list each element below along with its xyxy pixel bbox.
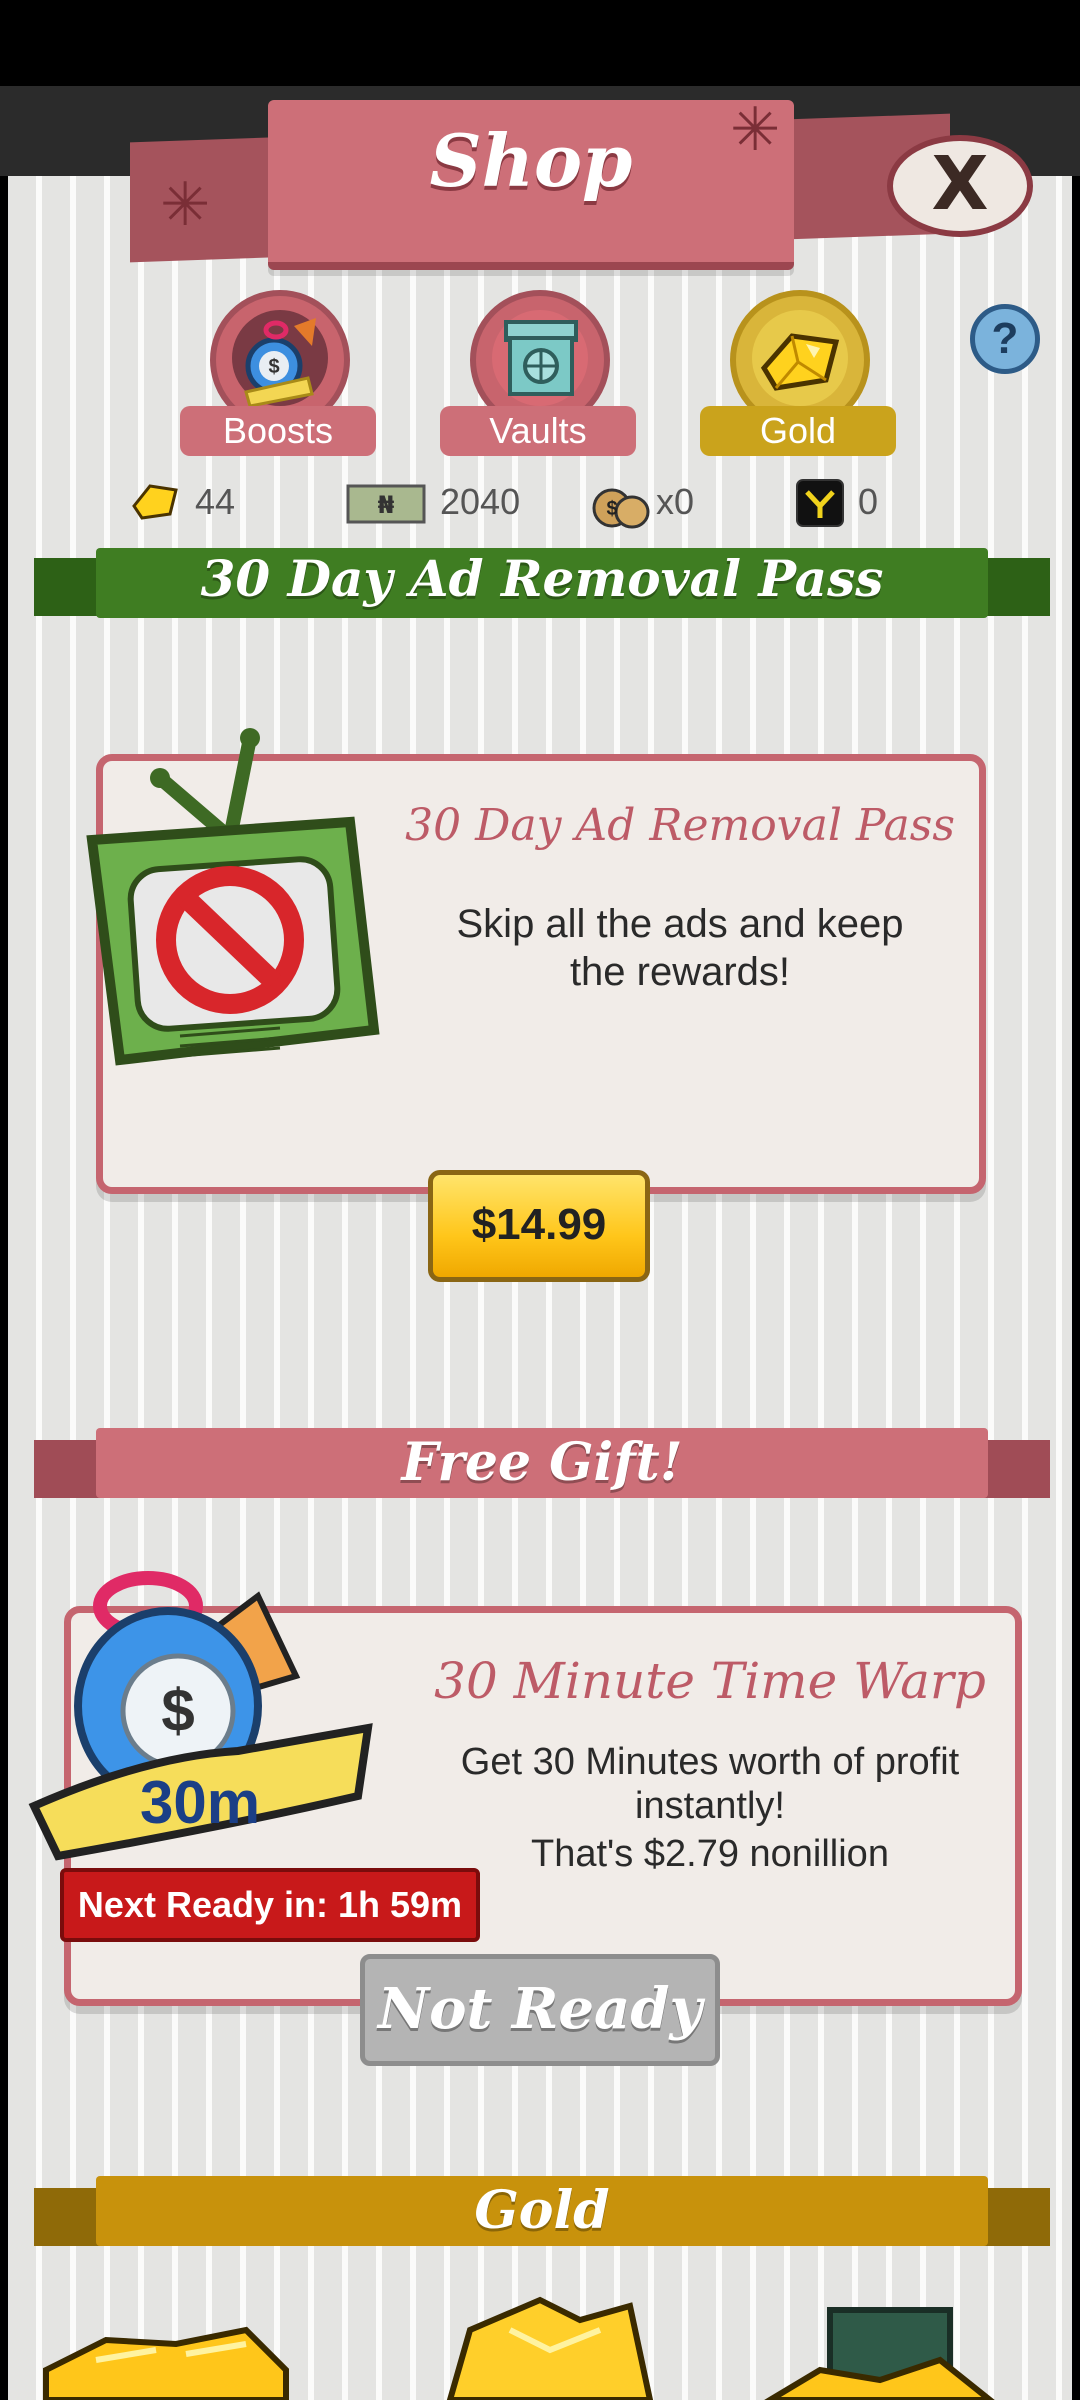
help-button[interactable]: ? xyxy=(970,304,1040,374)
gold-crate-icon[interactable] xyxy=(430,2290,670,2400)
section-title: Free Gift! xyxy=(401,1432,683,1493)
card-description: Skip all the ads and keep the rewards! xyxy=(456,902,904,994)
mega-bucks-count: 0 xyxy=(858,481,879,522)
atomic-star-icon: ✳ xyxy=(160,171,211,238)
profit-amount: That's $2.79 nonillion xyxy=(531,1833,889,1875)
card-description: Get 30 Minutes worth of profit instantly… xyxy=(460,1741,960,1827)
section-title: 30 Day Ad Removal Pass xyxy=(200,549,884,608)
gold-chest-icon[interactable] xyxy=(760,2300,1000,2400)
status-bar xyxy=(0,0,1080,86)
next-ready-timer: Next Ready in: 1h 59m xyxy=(60,1868,480,1942)
money-bags-count: x0 xyxy=(656,481,695,522)
section-title: Gold xyxy=(474,2180,610,2241)
tab-vaults[interactable]: Vaults xyxy=(440,290,640,456)
svg-text:$: $ xyxy=(606,498,617,520)
gold-count: 44 xyxy=(195,481,236,522)
gold-pile-icon[interactable] xyxy=(36,2310,296,2400)
cash-icon: ₦ xyxy=(346,484,426,524)
svg-text:$: $ xyxy=(268,356,279,378)
svg-text:$: $ xyxy=(161,1677,194,1744)
gold-icon xyxy=(132,484,178,520)
mega-bucks-icon xyxy=(796,479,844,527)
card-title: 30 Minute Time Warp xyxy=(434,1652,986,1710)
money-bags-icon: $ xyxy=(592,488,650,529)
buy-ad-pass-button[interactable]: $14.99 xyxy=(428,1170,650,1282)
cash-count: 2040 xyxy=(440,481,521,522)
not-ready-button[interactable]: Not Ready xyxy=(360,1954,720,2066)
svg-text:₦: ₦ xyxy=(378,491,395,519)
vault-icon xyxy=(492,310,588,406)
time-badge: 30m xyxy=(140,1769,261,1836)
no-ads-tv-icon xyxy=(86,728,380,1066)
page-title: Shop xyxy=(429,118,633,203)
card-title: 30 Day Ad Removal Pass xyxy=(405,800,955,851)
tab-boosts[interactable]: $ Boosts xyxy=(180,290,380,456)
stopwatch-money-bag-icon: $ xyxy=(232,310,328,408)
gold-bar-icon xyxy=(752,310,848,406)
tab-gold[interactable]: Gold xyxy=(700,290,900,456)
tab-label: Gold xyxy=(700,406,896,456)
tab-label: Vaults xyxy=(440,406,636,456)
close-button[interactable]: X xyxy=(887,135,1033,237)
tab-label: Boosts xyxy=(180,406,376,456)
